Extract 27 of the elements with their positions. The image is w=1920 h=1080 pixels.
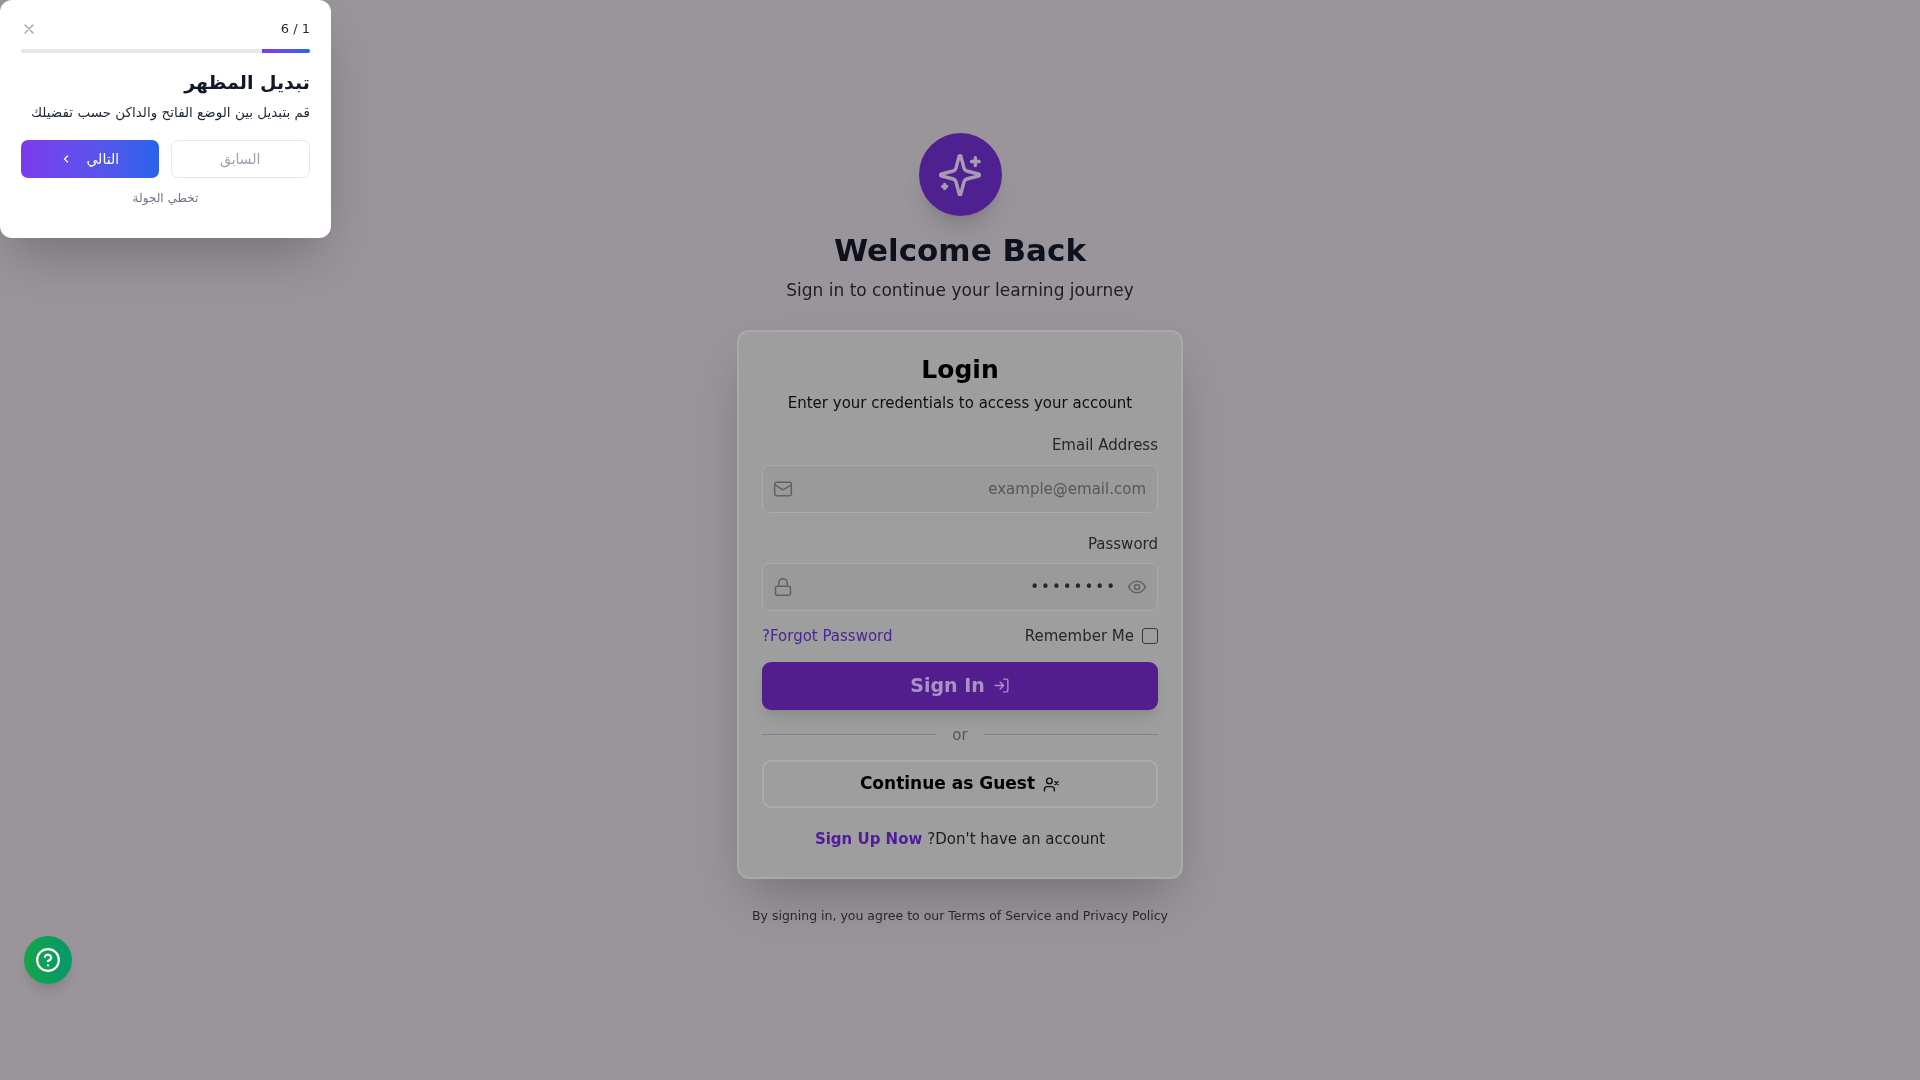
card-title: Login: [921, 353, 999, 386]
skip-tour-link[interactable]: تخطي الجولة: [132, 189, 199, 208]
card-subtitle: Enter your credentials to access your account: [787, 392, 1133, 414]
help-icon: [35, 947, 61, 973]
field-label: Email Address: [1051, 435, 1158, 456]
password-field[interactable]: ••••••••: [762, 563, 1158, 611]
login-arrow-icon: [992, 677, 1010, 694]
user-x-icon: [1043, 775, 1061, 793]
field-label: Password: [1087, 533, 1158, 555]
step-counter: 6 / 1: [280, 20, 310, 39]
forgot-password-link[interactable]: ?Forgot Password: [762, 625, 893, 648]
sign-in-button[interactable]: Sign In: [762, 661, 1158, 710]
lock-icon: [773, 577, 793, 597]
page-title: Welcome Back: [833, 231, 1087, 270]
tour-description: قم بتبديل بين الوضع الفاتح والداكن حسب تفضيلك: [29, 103, 310, 123]
guest-button[interactable]: Continue as Guest: [762, 760, 1158, 808]
next-button[interactable]: التالي: [21, 140, 159, 179]
remember-me-checkbox[interactable]: [1142, 628, 1158, 645]
help-button[interactable]: [24, 936, 72, 984]
divider-label: or: [952, 724, 968, 746]
email-field[interactable]: example@email.com: [762, 464, 1158, 513]
tour-title: تبديل المظهر: [182, 70, 310, 95]
page-subtitle: Sign in to continue your learning journey: [786, 279, 1134, 302]
remember-me-label: Remember Me: [1024, 626, 1134, 647]
terms-notice: By signing in, you agree to our Terms of Service and Privacy Policy: [751, 906, 1168, 925]
signup-prompt: ?Don't have an account: [927, 829, 1106, 850]
sign-up-link[interactable]: Sign Up Now: [814, 828, 923, 851]
